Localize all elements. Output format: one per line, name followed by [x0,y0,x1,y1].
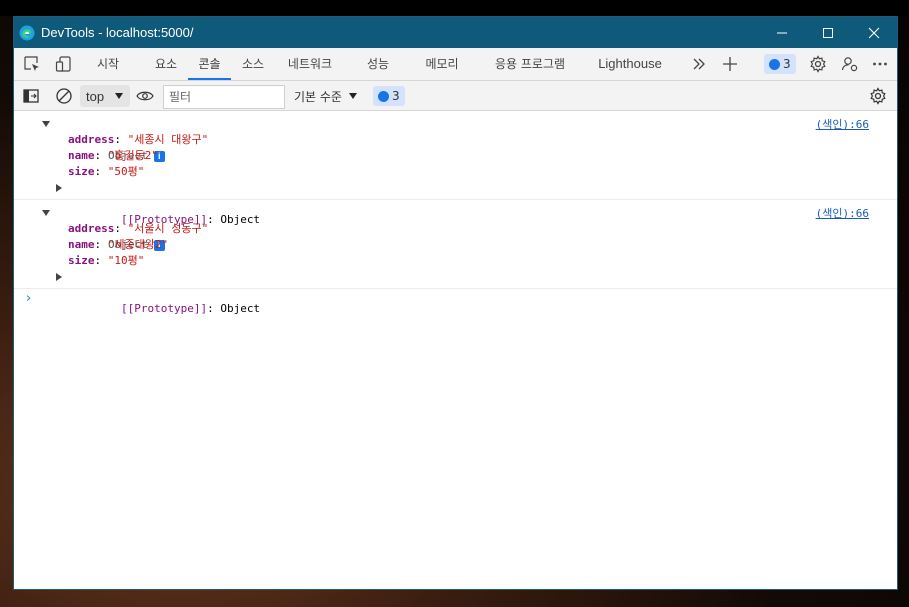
tab-memory[interactable]: 메모리 [422,48,462,80]
customize-button[interactable] [837,51,863,77]
maximize-button[interactable] [805,17,851,48]
inspect-icon [24,56,39,71]
minimize-button[interactable] [759,17,805,48]
console-toolbar: top 기본 수준 3 [14,81,897,111]
sidebar-toggle-button[interactable] [23,81,39,111]
object-property: size: "10평" [68,254,145,267]
expand-arrow-icon[interactable] [42,210,50,216]
property-value: "10평" [107,254,145,267]
tab-performance[interactable]: 성능 [364,48,392,80]
maximize-icon [823,27,833,38]
live-expression-button[interactable] [136,81,154,111]
close-button[interactable] [851,17,897,48]
edge-icon [19,25,35,40]
object-property: name: "세종대왕2" [68,238,169,251]
context-value: top [86,88,105,104]
object-header[interactable]: Object i [14,205,897,251]
gear-icon [810,55,826,73]
device-emulation-button[interactable] [51,51,77,77]
caret-down-icon [115,93,124,99]
person-settings-icon [841,57,858,72]
property-key: name [68,149,95,162]
expand-arrow-icon[interactable] [56,273,62,281]
property-value: "세종시 대왕구" [127,133,209,146]
issues-badge[interactable]: 3 [764,54,796,74]
caret-down-icon [348,93,357,99]
property-value: "50평" [107,165,145,178]
log-level-value: 기본 수준 [294,89,342,104]
property-key: size [68,165,95,178]
tab-application[interactable]: 응용 프로그램 [490,48,570,80]
main-tab-bar: 시작 요소 콘솔 소스 네트워크 성능 메모리 응용 프로그램 Lighthou… [14,48,897,81]
console-output: (색인):66 Object i address: "세종시 대왕구" name:… [14,111,897,315]
settings-button[interactable] [805,51,831,77]
console-message: (색인):66 Object i address: "세종시 대왕구" name:… [14,111,897,226]
tab-welcome[interactable]: 시작 [94,48,122,80]
chevron-double-right-icon [693,58,705,70]
expand-arrow-icon[interactable] [56,184,62,192]
desktop-background-strip [0,0,909,16]
filter-input[interactable] [163,85,285,109]
issues-icon [378,90,389,102]
add-tool-button[interactable] [717,51,743,77]
prompt-chevron-icon: › [26,291,32,306]
property-key: address [68,133,115,146]
block-icon [56,88,72,104]
more-options-button[interactable] [867,51,893,77]
ellipsis-icon [873,62,887,66]
console-issues-count: 3 [392,89,400,103]
object-property: size: "50평" [68,165,145,178]
console-message: (색인):66 Object i address: "서울시 성동구" name:… [14,200,897,315]
property-key: address [68,222,115,235]
console-settings-button[interactable] [869,81,887,111]
plus-icon [723,57,737,71]
sidebar-toggle-icon [23,89,39,103]
object-property: address: "서울시 성동구" [68,222,209,235]
minimize-icon [777,32,787,33]
tab-console[interactable]: 콘솔 [188,48,231,80]
devtools-window: DevTools - localhost:5000/ 시작 요소 콘솔 소스 네… [13,16,898,590]
property-key: name [68,238,95,251]
console-issues-badge[interactable]: 3 [373,86,405,106]
console-prompt[interactable]: › [14,289,897,309]
property-value: "서울시 성동구" [127,222,209,235]
log-level-selector[interactable]: 기본 수준 [294,81,358,111]
tab-lighthouse[interactable]: Lighthouse [598,48,662,80]
more-tabs-button[interactable] [686,51,712,77]
window-title: DevTools - localhost:5000/ [41,25,194,40]
object-property: name: "홍길동2" [68,149,158,162]
prototype-row[interactable]: [[Prototype]]: Object [14,180,897,226]
inspect-element-button[interactable] [19,51,45,77]
title-bar: DevTools - localhost:5000/ [14,17,897,48]
issues-icon [769,58,780,70]
property-value: "세종대왕2" [107,238,169,251]
object-property: address: "세종시 대왕구" [68,133,209,146]
clear-console-button[interactable] [55,81,73,111]
eye-icon [136,91,154,101]
close-icon [868,27,880,38]
gear-icon [870,87,886,105]
property-value: "홍길동2" [107,149,158,162]
prototype-row[interactable]: [[Prototype]]: Object [14,269,897,315]
tab-network[interactable]: 네트워크 [284,48,336,80]
tab-sources[interactable]: 소스 [239,48,267,80]
device-toggle-icon [55,56,71,72]
property-key: size [68,254,95,267]
issues-count: 3 [783,57,791,71]
tab-elements[interactable]: 요소 [152,48,180,80]
object-header[interactable]: Object i [14,116,897,162]
context-selector[interactable]: top [80,81,131,111]
expand-arrow-icon[interactable] [42,121,50,127]
